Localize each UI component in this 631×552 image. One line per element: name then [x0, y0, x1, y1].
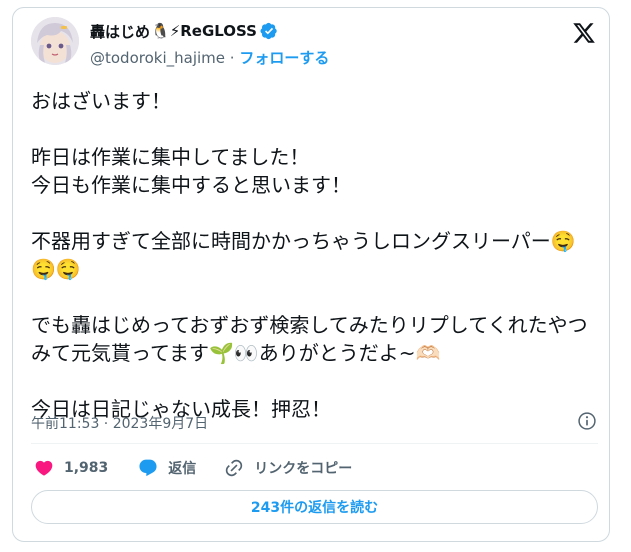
speech-bubble-icon: [138, 458, 158, 478]
reply-label: 返信: [168, 461, 197, 477]
author-handle[interactable]: @todoroki_hajime: [90, 49, 225, 67]
handle-row: @todoroki_hajime · フォローする: [90, 47, 329, 68]
author-group-name[interactable]: ReGLOSS: [180, 22, 257, 40]
read-replies-button[interactable]: 243件の返信を読む: [31, 490, 598, 524]
copy-link-button[interactable]: リンクをコピー: [224, 458, 352, 478]
like-button[interactable]: 1,983: [34, 458, 108, 478]
avatar[interactable]: [31, 17, 79, 65]
reply-button[interactable]: 返信: [138, 458, 196, 478]
info-icon[interactable]: [577, 411, 597, 431]
action-bar: 1,983 返信 リンクをコピー: [31, 455, 352, 481]
author-name-row[interactable]: 轟はじめ 🐧⚡ ReGLOSS: [90, 20, 278, 42]
tweet-text: おはざいます！ 昨日は作業に集中してました！ 今日も作業に集中すると思います！ …: [31, 89, 588, 421]
penguin-lightning-emoji: 🐧⚡: [151, 22, 181, 40]
follow-button[interactable]: フォローする: [239, 49, 329, 67]
avatar-illustration-icon: [31, 17, 79, 65]
copy-link-label: リンクをコピー: [254, 461, 353, 477]
like-count: 1,983: [64, 460, 109, 476]
divider: [31, 443, 598, 444]
tweet-timestamp[interactable]: 午前11:53 · 2023年9月7日: [31, 413, 208, 433]
x-logo-icon[interactable]: [572, 21, 596, 45]
link-icon: [224, 458, 244, 478]
heart-icon: [34, 458, 54, 478]
author-display-name[interactable]: 轟はじめ: [90, 21, 150, 42]
handle-separator: ·: [225, 49, 240, 67]
verified-badge-icon: [260, 22, 278, 40]
